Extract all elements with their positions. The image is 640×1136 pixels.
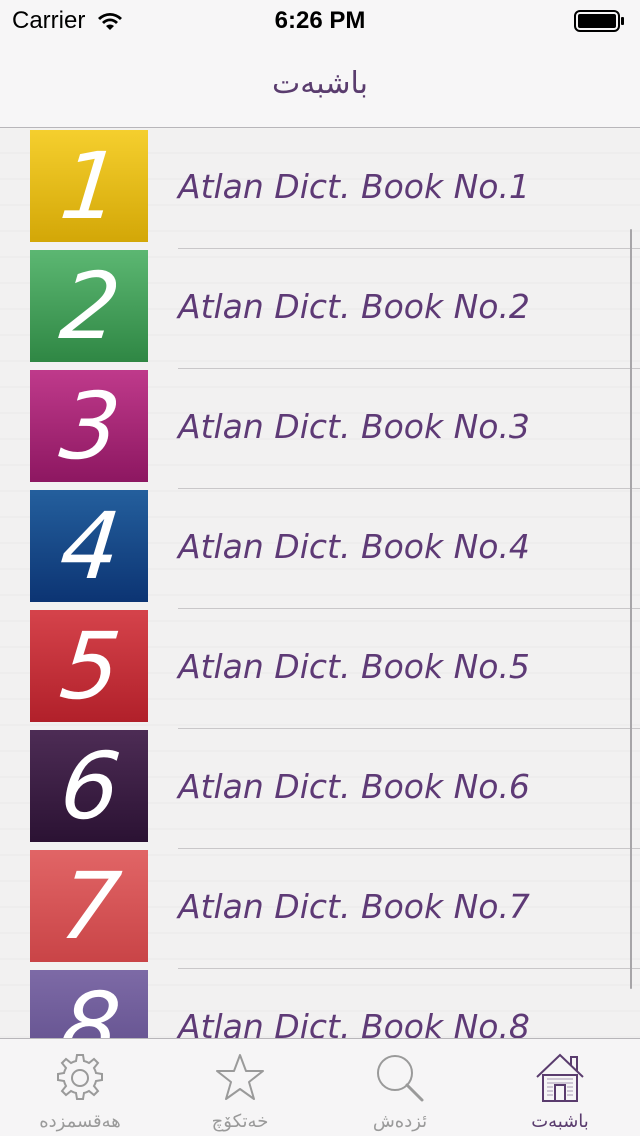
book-cover-tile: 4 (30, 490, 148, 602)
separator-inset (0, 368, 178, 369)
book-row[interactable]: 2 Atlan Dict. Book No.2 (0, 249, 640, 369)
tab-label: هەقسمزدە (39, 1111, 121, 1132)
book-cover-tile: 5 (30, 610, 148, 722)
book-title: Atlan Dict. Book No.3 (178, 407, 530, 446)
book-row[interactable]: 7 Atlan Dict. Book No.7 (0, 849, 640, 969)
book-row[interactable]: 3 Atlan Dict. Book No.3 (0, 369, 640, 489)
book-cover-tile: 6 (30, 730, 148, 842)
book-list[interactable]: 8 Atlan Dict. Book No.8 7 Atlan Dict. Book … (0, 129, 640, 1038)
separator-inset (0, 488, 178, 489)
tab-label: ئزدەش (372, 1111, 428, 1132)
book-number: 4 (55, 492, 123, 600)
tab-settings[interactable]: هەقسمزدە (0, 1039, 160, 1136)
book-row[interactable]: 6 Atlan Dict. Book No.6 (0, 729, 640, 849)
book-number: 5 (55, 612, 123, 720)
book-number: 2 (55, 252, 123, 360)
separator-inset (0, 848, 178, 849)
star-icon (216, 1054, 264, 1100)
tab-label: خەتکۆچ (211, 1111, 269, 1132)
page-title: باشبەت (271, 66, 368, 101)
navigation-bar: باشبەت (0, 40, 640, 128)
tab-label: باشبەت (531, 1111, 589, 1132)
book-cover-tile: 2 (30, 250, 148, 362)
separator-inset (0, 608, 178, 609)
separator-inset (0, 968, 178, 969)
book-number: 1 (55, 132, 123, 240)
book-row[interactable]: 4 Atlan Dict. Book No.4 (0, 489, 640, 609)
book-title: Atlan Dict. Book No.1 (178, 167, 530, 206)
book-row[interactable]: 1 Atlan Dict. Book No.1 (0, 129, 640, 249)
book-number: 8 (55, 972, 123, 1039)
tab-home[interactable]: باشبەت (480, 1039, 640, 1136)
separator-inset (0, 248, 178, 249)
tab-bar: هەقسمزدە خەتکۆچ ئزدەش باشبەت (0, 1038, 640, 1136)
gear-icon (57, 1054, 103, 1100)
separator-inset (0, 728, 178, 729)
book-row[interactable]: 5 Atlan Dict. Book No.5 (0, 609, 640, 729)
tab-favorites[interactable]: خەتکۆچ (160, 1039, 320, 1136)
book-cover-tile: 7 (30, 850, 148, 962)
home-icon (536, 1053, 584, 1102)
book-number: 3 (55, 372, 123, 480)
book-title: Atlan Dict. Book No.6 (178, 767, 530, 806)
status-bar: Carrier 6:26 PM (0, 0, 640, 40)
book-cover-tile: 3 (30, 370, 148, 482)
tab-search[interactable]: ئزدەش (320, 1039, 480, 1136)
book-title: Atlan Dict. Book No.7 (178, 887, 530, 926)
book-row[interactable]: 8 Atlan Dict. Book No.8 (0, 969, 640, 1038)
scroll-indicator (630, 229, 632, 989)
book-title: Atlan Dict. Book No.8 (178, 1007, 530, 1038)
book-title: Atlan Dict. Book No.2 (178, 287, 530, 326)
status-time: 6:26 PM (274, 7, 366, 34)
search-icon (377, 1055, 424, 1102)
battery-icon (574, 10, 624, 32)
book-number: 6 (55, 732, 123, 840)
book-title: Atlan Dict. Book No.5 (178, 647, 530, 686)
book-number: 7 (55, 852, 123, 960)
book-cover-tile: 1 (30, 130, 148, 242)
book-cover-tile: 8 (30, 970, 148, 1038)
book-title: Atlan Dict. Book No.4 (178, 527, 530, 566)
